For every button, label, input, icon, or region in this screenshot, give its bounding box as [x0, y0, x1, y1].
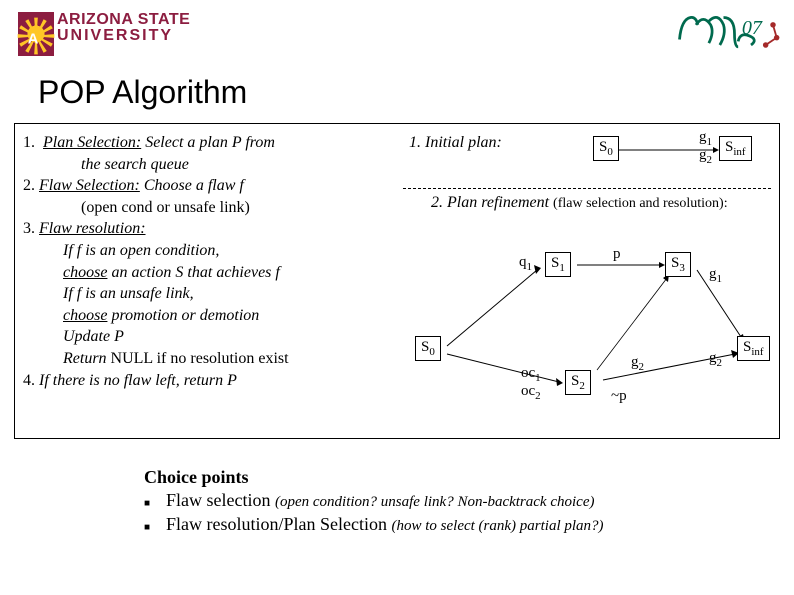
g2-out-label: g2 — [709, 350, 722, 369]
step2-head: Flaw Selection: — [39, 177, 140, 194]
step1-num: 1. — [23, 132, 43, 154]
choice-points: Choice points ■ Flaw selection (open con… — [144, 466, 604, 536]
step4-text: If there is no flaw left, return P — [39, 372, 237, 389]
initial-plan-label: 1. Initial plan: — [409, 134, 502, 152]
oc-labels: oc1 oc2 — [521, 366, 541, 402]
box-s1: S1 — [545, 252, 571, 277]
step1-head: Plan Selection: — [43, 134, 141, 151]
step3-num: 3. — [23, 220, 39, 237]
step4-num: 4. — [23, 372, 39, 389]
asu-text-line1: ARIZONA STATE — [57, 12, 190, 28]
bullet-icon: ■ — [144, 513, 166, 537]
divider-dash — [403, 188, 771, 189]
asu-text-line2: UNIVERSITY — [57, 28, 190, 44]
diagram-area: 1. Initial plan: S0 g1 g2 Sinf 2. Plan r… — [403, 132, 771, 430]
choice-row2: Flaw resolution/Plan Selection — [166, 514, 391, 534]
step3-if2: If f is an unsafe link, — [63, 283, 387, 305]
step1-text: Select a plan P from — [141, 134, 275, 151]
main-content-box: 1.Plan Selection: Select a plan P from t… — [14, 123, 780, 439]
step3-head: Flaw resolution: — [39, 220, 146, 237]
step2-num: 2. — [23, 177, 39, 194]
box-s2: S2 — [565, 370, 591, 395]
step3-update: Update P — [63, 326, 387, 348]
step3-choose2b: promotion or demotion — [107, 307, 259, 324]
choice-row2-paren: (how to select (rank) partial plan?) — [391, 518, 603, 534]
choice-title: Choice points — [144, 466, 604, 489]
step2-text: Choose a flaw f — [140, 177, 244, 194]
asu-logo: A ARIZONA STATE UNIVERSITY — [18, 12, 190, 56]
g1-out-label: g1 — [709, 266, 722, 285]
q1-label: q1 — [519, 254, 532, 273]
box-sinf: Sinf — [719, 136, 752, 161]
step3-choose1b: an action S that achieves f — [107, 264, 279, 281]
svg-text:07: 07 — [742, 17, 763, 39]
step3-return: Return — [63, 350, 107, 367]
g2-mid-label: g2 — [631, 354, 644, 373]
svg-text:A: A — [28, 31, 39, 47]
step3-if1: If f is an open condition, — [63, 240, 387, 262]
arrow-s0-sinf — [619, 145, 719, 155]
step1-cont: the search queue — [81, 154, 387, 176]
icaps-logo: 07 — [674, 6, 784, 67]
box-s0: S0 — [593, 136, 619, 161]
bullet-icon: ■ — [144, 489, 166, 513]
notp-label: ~p — [611, 388, 627, 405]
refine-label: 2. Plan refinement (flaw selection and r… — [431, 194, 728, 212]
asu-sunburst-icon: A — [18, 12, 54, 56]
step3-choose1: choose — [63, 264, 107, 281]
box-s0b: S0 — [415, 336, 441, 361]
p-label: p — [613, 246, 621, 263]
step3-choose2: choose — [63, 307, 107, 324]
refinement-diagram: q1 S1 p S3 g1 S0 oc1 oc2 S2 g2 ~p g2 Sin… — [407, 224, 771, 430]
algorithm-steps: 1.Plan Selection: Select a plan P from t… — [23, 132, 387, 391]
slide-title: POP Algorithm — [38, 74, 794, 111]
choice-row1: Flaw selection — [166, 490, 275, 510]
choice-row1-paren: (open condition? unsafe link? Non-backtr… — [275, 494, 595, 510]
box-sinfb: Sinf — [737, 336, 770, 361]
step2-cont: (open cond or unsafe link) — [81, 197, 387, 219]
box-s3: S3 — [665, 252, 691, 277]
step3-return2: NULL if no resolution exist — [107, 350, 289, 367]
